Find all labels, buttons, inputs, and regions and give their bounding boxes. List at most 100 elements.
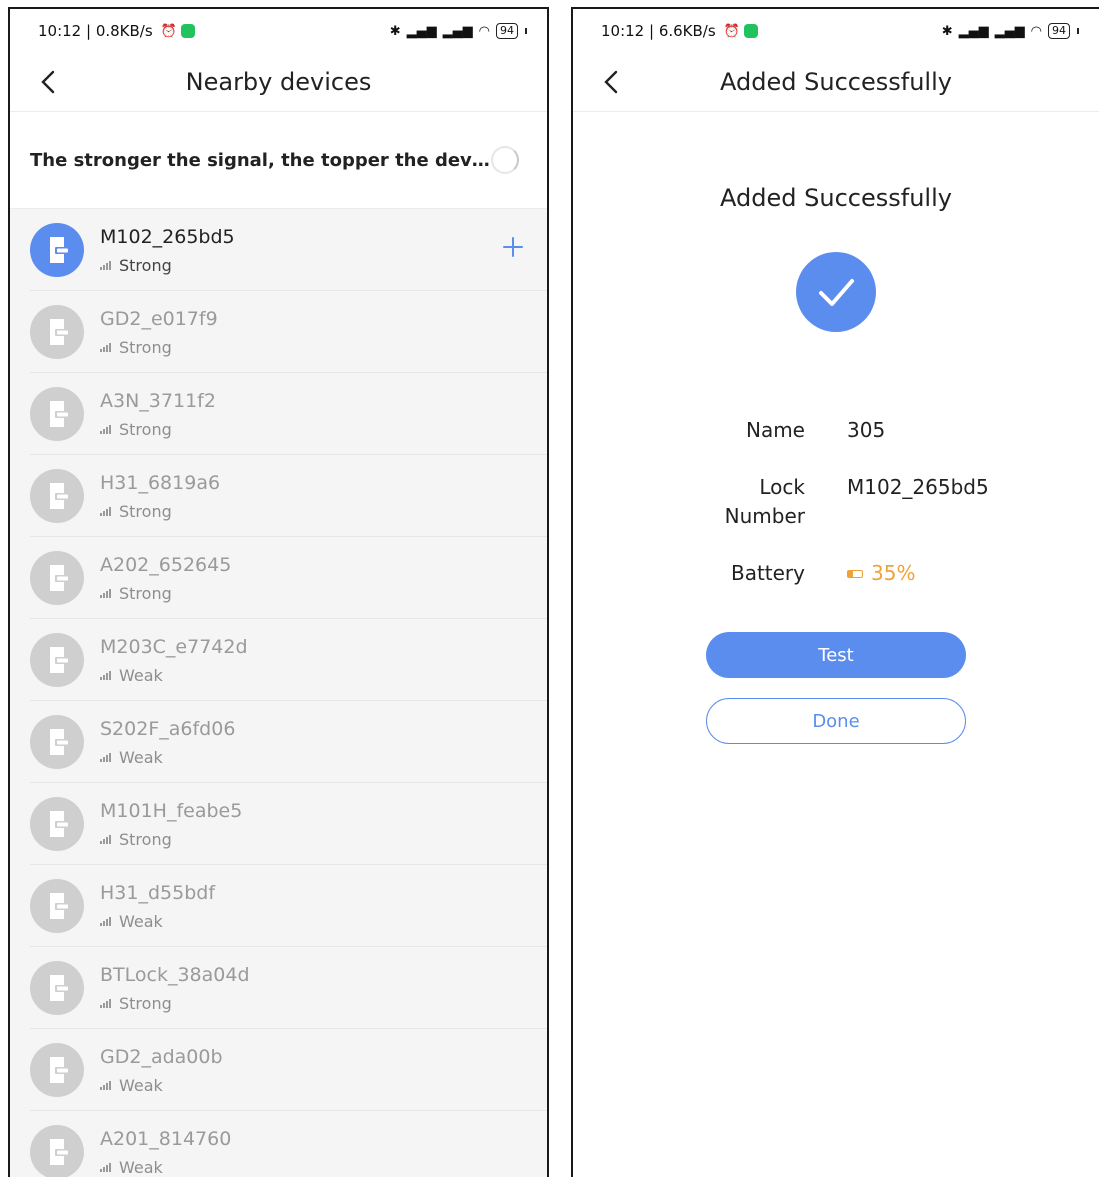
alarm-icon: ⏰ [160,23,177,39]
checkmark-icon [796,252,876,332]
signal-strength-icon [100,588,111,598]
plus-icon [503,237,523,257]
page-title: Nearby devices [185,68,372,96]
device-name: M203C_e7742d [100,635,248,658]
device-signal: Weak [100,748,235,767]
signal-strength-icon [100,916,111,926]
signal-hint-text: The stronger the signal, the topper the … [30,149,491,171]
signal-strength-icon [100,670,111,680]
cell-signal-icon: ▂▄▆ [994,23,1025,39]
signal-label: Strong [119,993,172,1013]
list-item[interactable]: GD2_e017f9 Strong [10,291,547,373]
test-button[interactable]: Test [706,632,966,678]
status-time: 10:12 | 6.6KB/s [601,22,716,40]
list-item[interactable]: GD2_ada00b Weak [10,1029,547,1111]
wifi-icon: ◠ [1030,23,1042,39]
signal-label: Weak [119,911,163,931]
device-signal: Weak [100,666,248,685]
list-item[interactable]: M102_265bd5 Strong [10,209,547,291]
signal-label: Strong [119,419,172,439]
list-item[interactable]: BTLock_38a04d Strong [10,947,547,1029]
lock-icon [30,223,84,277]
success-heading: Added Successfully [720,184,952,212]
page-title: Added Successfully [720,68,952,96]
signal-label: Weak [119,747,163,767]
status-bar: 10:12 | 6.6KB/s ⏰ ✱ ▂▄▆ ▂▄▆ ◠ 94 [573,9,1099,53]
name-row: Name 305 [573,416,1099,445]
signal-label: Weak [119,1075,163,1095]
battery-icon: 94 [1048,23,1070,39]
device-signal: Weak [100,1158,231,1177]
signal-label: Weak [119,1157,163,1177]
list-item[interactable]: M203C_e7742d Weak [10,619,547,701]
lock-icon [30,387,84,441]
list-item[interactable]: H31_d55bdf Weak [10,865,547,947]
list-item[interactable]: H31_6819a6 Strong [10,455,547,537]
lock-icon [30,715,84,769]
device-name: BTLock_38a04d [100,963,250,986]
add-device-button[interactable] [501,235,525,259]
device-name: A201_814760 [100,1127,232,1150]
lock-icon [30,1043,84,1097]
device-info: Name 305 Lock Number M102_265bd5 Battery… [573,416,1099,588]
lock-number-row: Lock Number M102_265bd5 [573,473,1099,531]
device-name: GD2_ada00b [100,1045,223,1068]
device-signal: Strong [100,502,220,521]
device-name: S202F_a6fd06 [100,717,236,740]
signal-label: Strong [119,337,172,357]
lock-icon [30,469,84,523]
signal-strength-icon [100,260,111,270]
nav-bar: Nearby devices [10,53,547,112]
device-name: M101H_feabe5 [100,799,243,822]
status-time: 10:12 | 0.8KB/s [38,22,153,40]
battery-row: Battery 35% [573,559,1099,588]
lock-icon [30,551,84,605]
status-bar: 10:12 | 0.8KB/s ⏰ ✱ ▂▄▆ ▂▄▆ ◠ 94 [10,9,547,53]
list-item[interactable]: A3N_3711f2 Strong [10,373,547,455]
lock-number-value: M102_265bd5 [847,475,989,499]
device-signal: Strong [100,256,235,275]
added-successfully-screen: 10:12 | 6.6KB/s ⏰ ✱ ▂▄▆ ▂▄▆ ◠ 94 Added S… [571,7,1099,1177]
bluetooth-icon: ✱ [389,23,401,39]
device-name: A3N_3711f2 [100,389,216,412]
lock-number-label: Lock Number [724,475,805,528]
list-item[interactable]: A202_652645 Strong [10,537,547,619]
lock-icon [30,797,84,851]
nav-bar: Added Successfully [573,53,1099,112]
lock-icon [30,879,84,933]
signal-strength-icon [100,834,111,844]
signal-strength-icon [100,998,111,1008]
device-signal: Strong [100,584,231,603]
signal-strength-icon [100,1080,111,1090]
signal-label: Strong [119,501,172,521]
alarm-icon: ⏰ [723,23,740,39]
signal-strength-icon [100,1162,111,1172]
battery-value: 35% [871,561,916,585]
back-button[interactable] [599,67,625,97]
signal-label: Strong [119,829,172,849]
low-battery-icon [847,569,863,578]
chevron-left-icon [604,70,618,94]
nearby-devices-screen: 10:12 | 0.8KB/s ⏰ ✱ ▂▄▆ ▂▄▆ ◠ 94 Nearby … [8,7,549,1177]
done-button[interactable]: Done [706,698,966,744]
chevron-left-icon [41,70,55,94]
lock-icon [30,1125,84,1177]
device-name: H31_d55bdf [100,881,216,904]
name-label: Name [745,418,805,442]
battery-value-group: 35% [847,559,915,588]
signal-strength-icon [100,506,111,516]
cell-signal-icon: ▂▄▆ [442,23,473,39]
list-item[interactable]: A201_814760 Weak [10,1111,547,1177]
device-name: A202_652645 [100,553,232,576]
signal-label: Strong [119,583,172,603]
device-signal: Strong [100,338,218,357]
device-name: H31_6819a6 [100,471,221,494]
list-item[interactable]: S202F_a6fd06 Weak [10,701,547,783]
bluetooth-icon: ✱ [941,23,953,39]
device-signal: Strong [100,994,250,1013]
chat-app-icon [180,24,195,38]
back-button[interactable] [36,67,62,97]
cell-signal-icon: ▂▄▆ [406,23,437,39]
list-item[interactable]: M101H_feabe5 Strong [10,783,547,865]
wifi-icon: ◠ [478,23,490,39]
